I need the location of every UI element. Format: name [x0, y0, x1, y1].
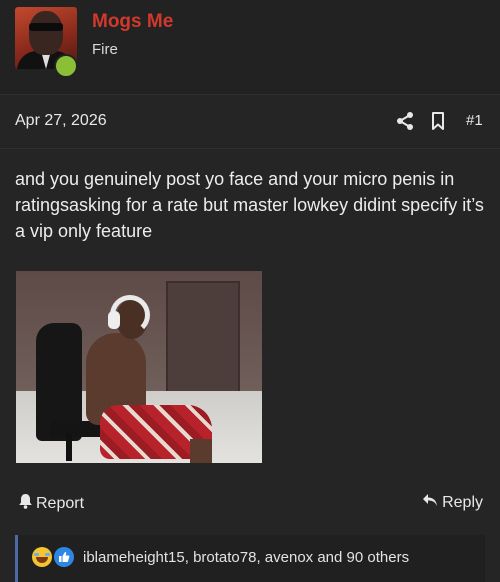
reply-button[interactable]: Reply: [422, 493, 483, 512]
reply-label: Reply: [442, 493, 483, 511]
forum-post: Mogs Me Fire Apr 27, 2026 #1 and you gen…: [0, 0, 500, 582]
reaction-icons: [32, 547, 74, 567]
post-meta-row: Apr 27, 2026 #1: [0, 94, 500, 149]
reply-arrow-icon: [422, 493, 438, 512]
online-status-indicator: [54, 54, 78, 78]
post-attached-image[interactable]: [16, 271, 262, 463]
reaction-users-summary[interactable]: iblameheight15, brotato78, avenox and 90…: [83, 549, 409, 566]
share-icon[interactable]: [396, 111, 414, 131]
bookmark-icon[interactable]: [430, 111, 446, 131]
user-title: Fire: [92, 41, 118, 58]
report-label: Report: [36, 494, 85, 512]
username-link[interactable]: Mogs Me: [92, 11, 173, 33]
reactions-bar[interactable]: iblameheight15, brotato78, avenox and 90…: [15, 535, 485, 582]
post-body-text: and you genuinely post yo face and your …: [15, 169, 484, 241]
post-date[interactable]: Apr 27, 2026: [15, 112, 107, 130]
post-user-header: Mogs Me Fire: [0, 0, 500, 95]
thumbs-up-icon: [54, 547, 74, 567]
post-actions-row: Report Reply: [0, 482, 500, 522]
bell-icon: [18, 493, 33, 514]
report-button[interactable]: Report: [18, 493, 84, 514]
post-permalink-number[interactable]: #1: [466, 112, 483, 129]
laughing-emoji-icon: [32, 547, 52, 567]
